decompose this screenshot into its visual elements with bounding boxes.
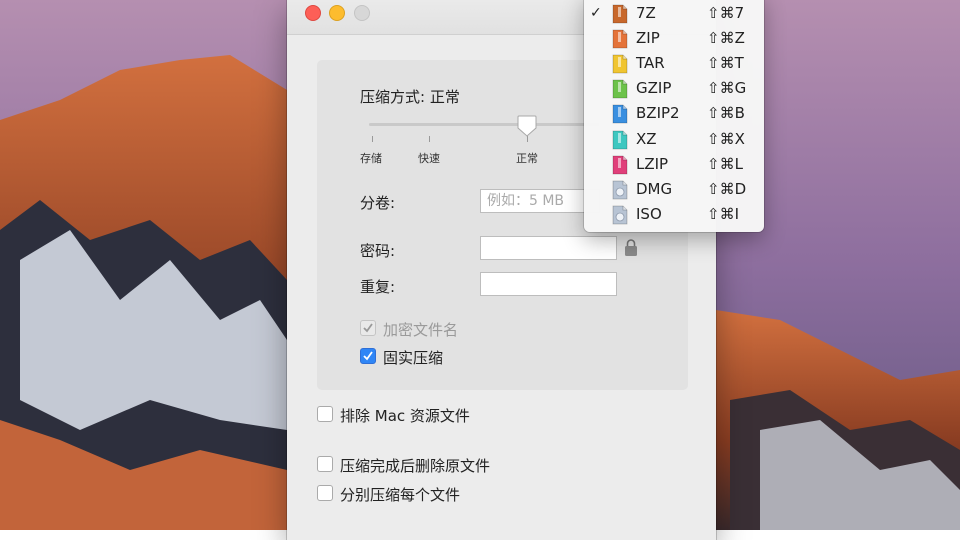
- dmg-disk-icon: [612, 180, 628, 200]
- slider-tick: [429, 136, 430, 142]
- lzip-archive-icon: [612, 155, 628, 174]
- compress-each-separately-checkbox[interactable]: [317, 485, 333, 501]
- format-menu-item-shortcut: ⇧⌘T: [707, 54, 744, 73]
- format-menu-item-shortcut: ⇧⌘7: [707, 4, 745, 22]
- format-menu-item[interactable]: TAR ⇧⌘T: [584, 52, 764, 77]
- compression-slider-track[interactable]: [369, 123, 599, 126]
- format-menu-item-label: ISO: [636, 204, 662, 223]
- format-menu-item[interactable]: GZIP ⇧⌘G: [584, 77, 764, 102]
- encrypt-filenames-checkbox[interactable]: [360, 320, 376, 336]
- format-menu-item-label: TAR: [636, 54, 665, 73]
- format-menu-item[interactable]: BZIP2 ⇧⌘B: [584, 102, 764, 127]
- encrypt-filenames-label: 加密文件名: [383, 321, 459, 339]
- format-menu-item-label: BZIP2: [636, 104, 680, 123]
- tar-archive-icon: [612, 54, 628, 74]
- exclude-mac-resources-checkbox[interactable]: [317, 406, 333, 422]
- solid-compression-checkbox[interactable]: [360, 348, 376, 364]
- 7z-archive-icon: [612, 4, 628, 24]
- format-menu-item[interactable]: ISO ⇧⌘I: [584, 203, 764, 228]
- archive-format-menu: ✓ 7Z ⇧⌘7 ZIP ⇧⌘Z TAR ⇧⌘T GZIP ⇧⌘G BZIP2 ⇧⌘B XZ ⇧⌘X LZ…: [584, 0, 764, 232]
- format-menu-item-shortcut: ⇧⌘D: [707, 179, 747, 198]
- slider-tick-label: 正常: [516, 152, 538, 165]
- zip-archive-icon: [612, 29, 628, 49]
- format-menu-item[interactable]: ZIP ⇧⌘Z: [584, 27, 764, 52]
- split-volume-label: 分卷:: [360, 194, 396, 212]
- exclude-mac-resources-label: 排除 Mac 资源文件: [340, 407, 470, 425]
- delete-after-compress-checkbox[interactable]: [317, 456, 333, 472]
- iso-disk-icon: [612, 205, 628, 225]
- format-menu-item-label: ZIP: [636, 29, 660, 48]
- format-menu-item[interactable]: LZIP ⇧⌘L: [584, 153, 764, 178]
- solid-compression-label: 固实压缩: [383, 349, 444, 367]
- lock-icon[interactable]: [624, 238, 638, 257]
- xz-archive-icon: [612, 130, 628, 149]
- slider-tick-label: 存储: [360, 152, 382, 165]
- format-menu-item-label: 7Z: [636, 4, 656, 22]
- zoom-button[interactable]: [354, 5, 370, 21]
- delete-after-compress-label: 压缩完成后删除原文件: [340, 457, 491, 475]
- format-menu-item-shortcut: ⇧⌘G: [707, 79, 747, 98]
- bzip2-archive-icon: [612, 104, 628, 124]
- close-button[interactable]: [305, 5, 321, 21]
- format-menu-item-shortcut: ⇧⌘Z: [707, 29, 745, 48]
- gzip-archive-icon: [612, 79, 628, 99]
- compression-slider-thumb[interactable]: [517, 115, 537, 137]
- format-menu-item-label: LZIP: [636, 154, 669, 173]
- format-menu-item-label: DMG: [636, 179, 673, 198]
- format-menu-item-shortcut: ⇧⌘X: [707, 129, 745, 148]
- format-menu-item-label: XZ: [636, 129, 657, 148]
- format-menu-item-shortcut: ⇧⌘B: [707, 104, 745, 123]
- format-menu-item-label: GZIP: [636, 79, 672, 98]
- split-volume-input[interactable]: [480, 189, 600, 213]
- slider-tick: [372, 136, 373, 142]
- checkmark-icon: ✓: [590, 5, 602, 21]
- repeat-password-label: 重复:: [360, 278, 396, 296]
- password-field[interactable]: [480, 236, 617, 260]
- format-menu-item[interactable]: XZ ⇧⌘X: [584, 128, 764, 153]
- compress-each-separately-label: 分别压缩每个文件: [340, 486, 461, 504]
- slider-tick-label: 快速: [418, 152, 440, 165]
- format-menu-item-shortcut: ⇧⌘L: [707, 154, 743, 173]
- password-label: 密码:: [360, 242, 396, 260]
- minimize-button[interactable]: [329, 5, 345, 21]
- compression-method-label: 压缩方式: 正常: [360, 88, 460, 106]
- format-menu-item[interactable]: ✓ 7Z ⇧⌘7: [584, 2, 764, 27]
- format-menu-item-shortcut: ⇧⌘I: [707, 204, 739, 223]
- format-menu-item[interactable]: DMG ⇧⌘D: [584, 178, 764, 203]
- repeat-password-field[interactable]: [480, 272, 617, 296]
